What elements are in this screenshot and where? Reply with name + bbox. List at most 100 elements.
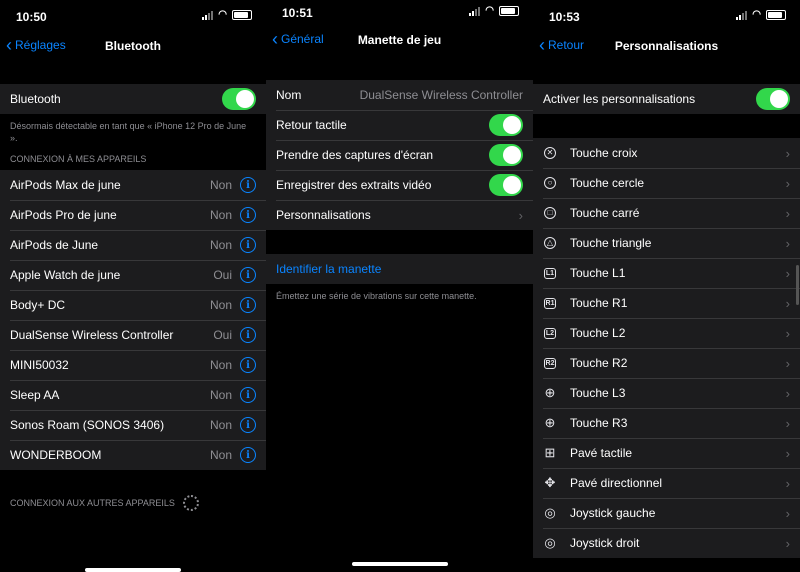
scrollbar[interactable] (796, 265, 799, 305)
device-row[interactable]: Apple Watch de june Oui i (0, 260, 266, 290)
enable-toggle[interactable] (756, 88, 790, 110)
info-icon[interactable]: i (240, 297, 256, 313)
r2-button-icon: R2 (543, 356, 557, 370)
wifi-icon: ◠ (485, 5, 494, 16)
info-icon[interactable]: i (240, 267, 256, 283)
chevron-right-icon: › (785, 535, 790, 551)
bluetooth-label: Bluetooth (10, 92, 61, 106)
icon-glyph: ◎ (544, 535, 556, 550)
touchpad-icon: ⊞ (543, 445, 557, 460)
icon-glyph: L1 (543, 267, 557, 279)
button-row[interactable]: ◎ Joystick gauche › (533, 498, 800, 528)
page-title: Manette de jeu (357, 33, 442, 47)
video-toggle[interactable] (489, 174, 523, 196)
other-devices-header: CONNEXION AUX AUTRES APPAREILS (0, 492, 266, 514)
device-status: Non (209, 238, 232, 252)
button-row[interactable]: ◎ Joystick droit › (533, 528, 800, 558)
device-status: Non (209, 388, 232, 402)
chevron-right-icon: › (785, 385, 790, 401)
battery-icon (232, 9, 252, 20)
info-icon[interactable]: i (240, 387, 256, 403)
haptics-label: Retour tactile (276, 118, 347, 132)
icon-glyph: R2 (543, 357, 557, 369)
signal-icon (736, 10, 748, 20)
home-indicator[interactable] (352, 562, 448, 566)
controller-screen: 10:51 ◠ ‹ Général Manette de jeu Nom Dua… (266, 0, 533, 572)
screenshots-label: Prendre des captures d'écran (276, 148, 434, 162)
info-icon[interactable]: i (240, 327, 256, 343)
button-row[interactable]: ✕ Touche croix › (533, 138, 800, 168)
discoverable-note: Désormais détectable en tant que « iPhon… (10, 121, 247, 143)
customizations-row[interactable]: Personnalisations › (266, 200, 533, 230)
bluetooth-toggle[interactable] (222, 88, 256, 110)
my-devices-header: CONNEXION À MES APPAREILS (10, 154, 147, 164)
device-row[interactable]: AirPods Max de june Non i (0, 170, 266, 200)
button-label: Joystick gauche (570, 506, 656, 520)
info-icon[interactable]: i (240, 417, 256, 433)
home-indicator[interactable] (85, 568, 181, 572)
device-row[interactable]: AirPods de June Non i (0, 230, 266, 260)
button-row[interactable]: L2 Touche L2 › (533, 318, 800, 348)
status-icons: ◠ (736, 9, 786, 20)
button-row[interactable]: △ Touche triangle › (533, 228, 800, 258)
button-row[interactable]: □ Touche carré › (533, 198, 800, 228)
cross-button-icon: ✕ (543, 146, 557, 160)
button-row[interactable]: L1 Touche L1 › (533, 258, 800, 288)
identify-group: Identifier la manette (266, 254, 533, 284)
identify-row[interactable]: Identifier la manette (266, 254, 533, 284)
enable-group: Activer les personnalisations (533, 84, 800, 114)
chevron-right-icon: › (785, 295, 790, 311)
chevron-right-icon: › (785, 145, 790, 161)
button-row[interactable]: ✥ Pavé directionnel › (533, 468, 800, 498)
nav-bar: ‹ Réglages Bluetooth (0, 34, 266, 60)
bluetooth-screen: 10:50 ◠ ‹ Réglages Bluetooth Bluetooth D… (0, 0, 266, 572)
device-row[interactable]: WONDERBOOM Non i (0, 440, 266, 470)
status-time: 10:51 (282, 6, 313, 20)
button-row[interactable]: ⊞ Pavé tactile › (533, 438, 800, 468)
device-status: Non (209, 358, 232, 372)
haptics-toggle[interactable] (489, 114, 523, 136)
icon-glyph: L2 (543, 327, 557, 339)
device-row[interactable]: MINI50032 Non i (0, 350, 266, 380)
info-icon[interactable]: i (240, 357, 256, 373)
device-status: Oui (213, 268, 232, 282)
button-row[interactable]: R2 Touche R2 › (533, 348, 800, 378)
button-label: Joystick droit (570, 536, 640, 550)
device-row[interactable]: Body+ DC Non i (0, 290, 266, 320)
icon-glyph: ○ (544, 177, 556, 189)
circle-button-icon: ○ (543, 176, 557, 190)
button-row[interactable]: R1 Touche R1 › (533, 288, 800, 318)
l3-stick-icon: ⊕ (543, 385, 557, 400)
device-row[interactable]: DualSense Wireless Controller Oui i (0, 320, 266, 350)
info-icon[interactable]: i (240, 237, 256, 253)
identify-link[interactable]: Identifier la manette (276, 262, 523, 276)
button-row[interactable]: ⊕ Touche R3 › (533, 408, 800, 438)
chevron-right-icon: › (785, 415, 790, 431)
button-row[interactable]: ⊕ Touche L3 › (533, 378, 800, 408)
device-status: Non (209, 298, 232, 312)
chevron-right-icon: › (785, 265, 790, 281)
icon-glyph: ⊕ (544, 415, 556, 430)
nav-bar: ‹ Retour Personnalisations (533, 34, 800, 60)
info-icon[interactable]: i (240, 207, 256, 223)
device-name: AirPods Pro de june (10, 208, 117, 222)
chevron-right-icon: › (785, 175, 790, 191)
l1-button-icon: L1 (543, 266, 557, 280)
device-row[interactable]: AirPods Pro de june Non i (0, 200, 266, 230)
enable-row: Activer les personnalisations (533, 84, 800, 114)
device-name: AirPods Max de june (10, 178, 121, 192)
device-list: AirPods Max de june Non i AirPods Pro de ju… (0, 170, 266, 470)
button-label: Touche carré (570, 206, 640, 220)
info-icon[interactable]: i (240, 447, 256, 463)
chevron-right-icon: › (785, 355, 790, 371)
device-row[interactable]: Sleep AA Non i (0, 380, 266, 410)
name-row[interactable]: Nom DualSense Wireless Controller (266, 80, 533, 110)
device-name: AirPods de June (10, 238, 99, 252)
info-icon[interactable]: i (240, 177, 256, 193)
wifi-icon: ◠ (218, 9, 227, 20)
device-row[interactable]: Sonos Roam (SONOS 3406) Non i (0, 410, 266, 440)
square-button-icon: □ (543, 206, 557, 220)
battery-icon (766, 9, 786, 20)
button-row[interactable]: ○ Touche cercle › (533, 168, 800, 198)
screenshots-toggle[interactable] (489, 144, 523, 166)
